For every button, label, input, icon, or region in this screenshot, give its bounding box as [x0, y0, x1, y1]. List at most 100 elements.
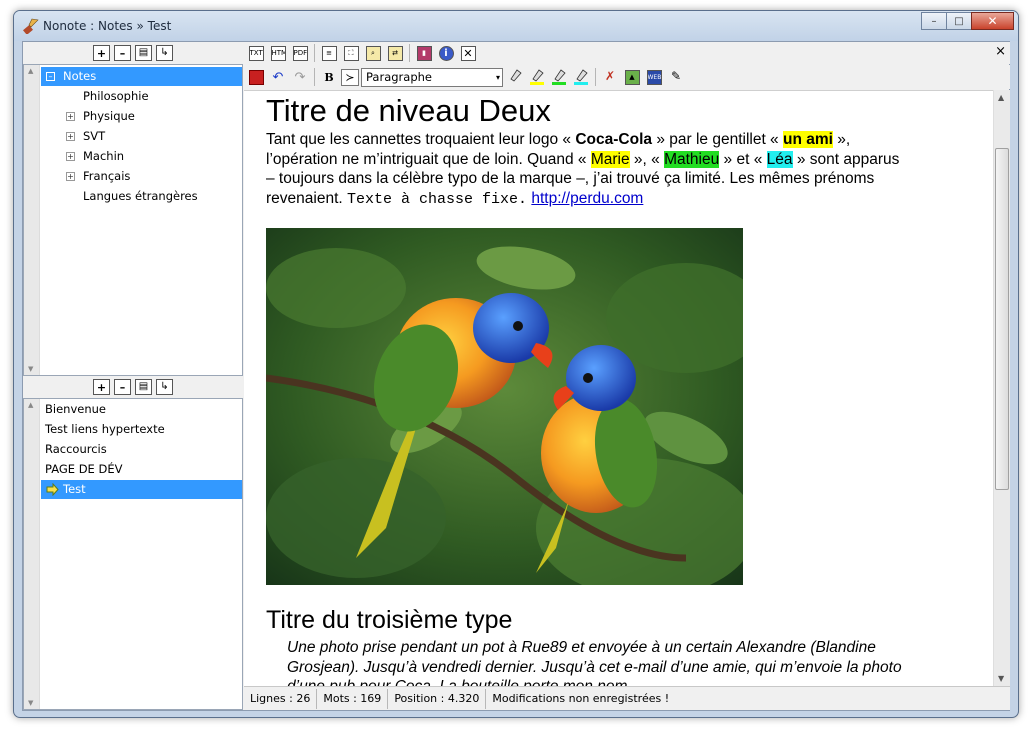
- list-item-label: Bienvenue: [45, 402, 106, 416]
- export-pdf-button[interactable]: PDF: [290, 44, 310, 63]
- image-icon: ▲: [624, 69, 640, 85]
- tree-item-langues[interactable]: Langues étrangères: [41, 187, 242, 206]
- collapse-icon[interactable]: –: [46, 72, 55, 81]
- rename-folder-icon: ▤: [138, 47, 149, 58]
- tree-item-machin[interactable]: + Machin: [41, 147, 242, 166]
- document-icon: ≡: [321, 45, 337, 61]
- status-modified: Modifications non enregistrées !: [492, 691, 670, 705]
- highlighter-yellow-icon: [530, 69, 544, 85]
- scroll-up-icon[interactable]: ▲: [28, 401, 33, 409]
- replace-button[interactable]: ⇄: [385, 44, 405, 63]
- move-folder-button[interactable]: ↳: [156, 45, 173, 61]
- indented-quote: Une photo prise pendant un pot à Rue89 e…: [287, 639, 902, 686]
- fullscreen-icon: ⛶: [343, 45, 359, 61]
- highlighted-name-yellow: Marie: [590, 150, 630, 168]
- tree-item-francais[interactable]: + Français: [41, 167, 242, 186]
- tree-item-notes[interactable]: – Notes: [41, 67, 242, 86]
- move-folder-icon: ↳: [160, 47, 169, 58]
- expand-icon[interactable]: +: [66, 132, 75, 141]
- source-view-button[interactable]: ≡: [319, 44, 339, 63]
- scroll-down-icon[interactable]: ▼: [998, 674, 1004, 683]
- arrow-right-icon: [46, 483, 59, 496]
- document-area[interactable]: Titre de niveau Deux Tant que les cannet…: [244, 90, 1010, 686]
- highlight-yellow-button[interactable]: [527, 68, 547, 87]
- list-item[interactable]: Test liens hypertexte: [41, 420, 242, 439]
- paragraph-style-select[interactable]: Paragraphe ▾: [361, 67, 503, 87]
- clear-format-button[interactable]: ✗: [600, 68, 620, 87]
- tree-item-label: Français: [83, 169, 131, 183]
- tree-item-physique[interactable]: + Physique: [41, 107, 242, 126]
- info-button[interactable]: i: [436, 44, 456, 63]
- terminal-button[interactable]: ≻: [341, 68, 359, 86]
- close-note-icon: ✕: [460, 45, 476, 61]
- editor-pane: TXT HTM PDF ≡ ⛶ ⌕ ⇄ ▮ i ✕ × ↶ ↷ B ≻: [244, 42, 1010, 710]
- highlighted-name-cyan: Léa: [766, 150, 793, 168]
- folder-tree[interactable]: ▲ ▼ – Notes Philosophie + Physique + SVT: [23, 64, 243, 376]
- bold-button[interactable]: B: [319, 68, 339, 87]
- close-icon: ✕: [987, 14, 998, 28]
- close-panel-button[interactable]: ×: [995, 44, 1006, 59]
- eraser-icon: ✗: [604, 69, 616, 83]
- rename-note-button[interactable]: ▤: [135, 379, 152, 395]
- tree-item-philosophie[interactable]: Philosophie: [41, 87, 242, 106]
- highlight-cyan-button[interactable]: [571, 68, 591, 87]
- scroll-down-icon[interactable]: ▼: [28, 699, 33, 707]
- fullscreen-button[interactable]: ⛶: [341, 44, 361, 63]
- highlight-green-button[interactable]: [549, 68, 569, 87]
- remove-folder-button[interactable]: [114, 45, 131, 61]
- tree-scrollbar[interactable]: ▲ ▼: [24, 65, 40, 375]
- tree-item-label: Notes: [63, 69, 97, 83]
- add-note-button[interactable]: [93, 379, 110, 395]
- highlighted-bold-text: un ami: [783, 131, 833, 148]
- remove-note-button[interactable]: [114, 379, 131, 395]
- search-icon: ⌕: [365, 45, 381, 61]
- list-item[interactable]: Bienvenue: [41, 400, 242, 419]
- expand-icon[interactable]: +: [66, 172, 75, 181]
- rename-note-icon: ▤: [138, 381, 149, 392]
- expand-icon[interactable]: +: [66, 152, 75, 161]
- highlighter-cyan-icon: [574, 69, 588, 85]
- document-content[interactable]: Titre de niveau Deux Tant que les cannet…: [266, 91, 906, 209]
- search-button[interactable]: ⌕: [363, 44, 383, 63]
- move-note-button[interactable]: ↳: [156, 379, 173, 395]
- scroll-down-icon[interactable]: ▼: [28, 365, 33, 373]
- left-pane: ▤ ↳ ▲ ▼ – Notes Philosophie + Physique: [23, 42, 243, 710]
- insert-image-button[interactable]: ▲: [622, 68, 642, 87]
- list-item[interactable]: PAGE DE DÉV: [41, 460, 242, 479]
- highlight-none-button[interactable]: [505, 68, 525, 87]
- notes-list[interactable]: ▲ ▼ Bienvenue Test liens hypertexte Racc…: [23, 398, 243, 710]
- redo-button[interactable]: ↷: [290, 68, 310, 87]
- maximize-button[interactable]: □: [946, 12, 972, 30]
- toolbar-separator: [314, 68, 315, 86]
- undo-button[interactable]: ↶: [268, 68, 288, 87]
- title-bar[interactable]: Nonote : Notes » Test – □ ✕: [14, 11, 1018, 41]
- expand-icon[interactable]: +: [66, 112, 75, 121]
- rename-folder-button[interactable]: ▤: [135, 45, 152, 61]
- scroll-thumb[interactable]: [995, 148, 1009, 490]
- help-book-button[interactable]: ▮: [414, 44, 434, 63]
- list-item-selected[interactable]: Test: [41, 480, 242, 499]
- status-lines: Lignes : 26: [244, 688, 318, 709]
- list-item[interactable]: Raccourcis: [41, 440, 242, 459]
- tree-item-svt[interactable]: + SVT: [41, 127, 242, 146]
- web-icon: WEB: [646, 69, 662, 85]
- add-folder-button[interactable]: [93, 45, 110, 61]
- notes-scrollbar[interactable]: ▲ ▼: [24, 399, 40, 709]
- save-button[interactable]: [246, 68, 266, 87]
- close-note-button[interactable]: ✕: [458, 44, 478, 63]
- document-scrollbar[interactable]: ▲ ▼: [993, 90, 1010, 686]
- move-note-icon: ↳: [160, 381, 169, 392]
- hyperlink[interactable]: http://perdu.com: [531, 190, 643, 207]
- scroll-up-icon[interactable]: ▲: [28, 67, 33, 75]
- export-html-button[interactable]: HTM: [268, 44, 288, 63]
- paragraph: Tant que les cannettes troquaient leur l…: [266, 130, 906, 209]
- highlighted-name-green: Mathieu: [664, 150, 720, 168]
- export-txt-button[interactable]: TXT: [246, 44, 266, 63]
- close-button[interactable]: ✕: [971, 12, 1014, 30]
- insert-file-button[interactable]: ✎: [666, 68, 686, 87]
- insert-web-button[interactable]: WEB: [644, 68, 664, 87]
- export-pdf-icon: PDF: [292, 45, 308, 61]
- heading-level-3: Titre du troisième type: [266, 606, 513, 634]
- minimize-button[interactable]: –: [921, 12, 947, 30]
- scroll-up-icon[interactable]: ▲: [998, 93, 1004, 102]
